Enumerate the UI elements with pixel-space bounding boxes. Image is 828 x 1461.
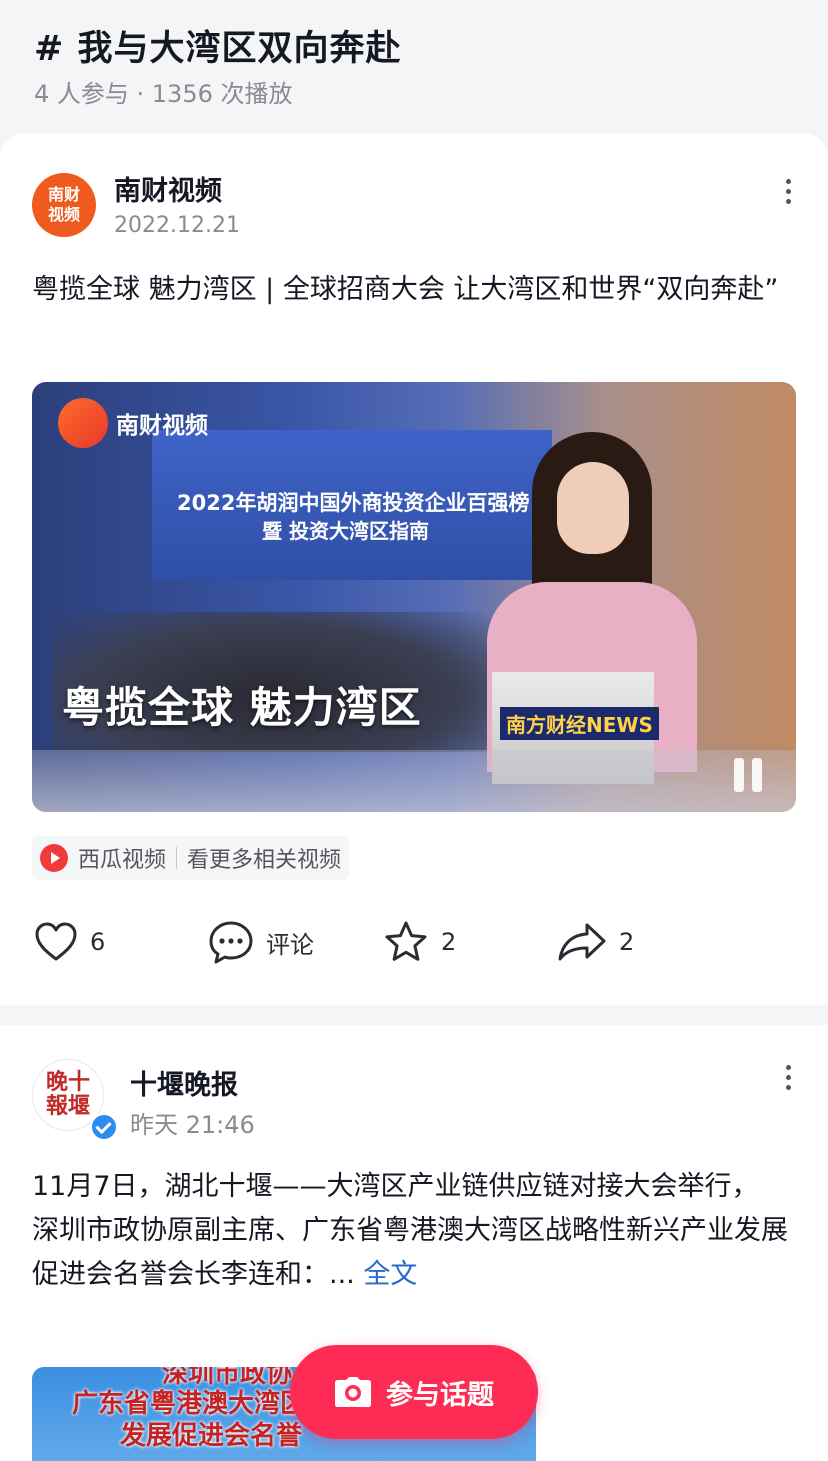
divider — [176, 847, 178, 869]
join-topic-label: 参与话题 — [386, 1379, 494, 1411]
video-brand: 南财视频 — [116, 413, 208, 439]
post-card: 南财视频 南财视频 2022.12.21 粤揽全球 魅力湾区 | 全球招商大会 … — [0, 133, 828, 1005]
comment-label: 评论 — [266, 930, 314, 959]
author-name[interactable]: 南财视频 — [114, 169, 222, 208]
source-app: 西瓜视频 — [78, 848, 167, 873]
comment-button[interactable]: 评论 — [208, 917, 314, 967]
avatar[interactable]: 南财视频 — [32, 173, 96, 237]
author-name[interactable]: 十堰晚报 — [130, 1063, 238, 1102]
brand-logo-icon — [58, 398, 108, 448]
read-more-link[interactable]: 全文 — [363, 1259, 417, 1290]
video-watermark: 南财视频 — [58, 398, 208, 448]
video-player[interactable]: 2022年胡润中国外商投资企业百强榜 暨 投资大湾区指南 南方财经NEWS 南财… — [32, 382, 796, 812]
like-count: 6 — [90, 928, 106, 956]
more-options-button[interactable] — [778, 1057, 798, 1097]
topic-stats: 4 人参与 · 1356 次播放 — [34, 80, 293, 108]
more-options-button[interactable] — [778, 171, 798, 211]
post-date: 2022.12.21 — [114, 213, 240, 238]
favorite-count: 2 — [441, 928, 457, 956]
video-controls — [32, 750, 796, 812]
more-icon — [785, 1064, 791, 1070]
news-badge: 南方财经NEWS — [500, 707, 659, 740]
share-button[interactable]: 2 — [557, 917, 634, 967]
favorite-button[interactable]: 2 — [383, 917, 456, 967]
video-caption: 粤揽全球 魅力湾区 — [62, 683, 422, 732]
source-tag[interactable]: 西瓜视频 看更多相关视频 — [32, 836, 350, 880]
join-topic-button[interactable]: 参与话题 — [290, 1345, 538, 1439]
post-date: 昨天 21:46 — [130, 1111, 255, 1139]
pause-icon — [734, 758, 744, 792]
source-link[interactable]: 看更多相关视频 — [187, 842, 341, 874]
post-text[interactable]: 11月7日，湖北十堰——大湾区产业链供应链对接大会举行， 深圳市政协原副主席、广… — [32, 1165, 796, 1297]
pause-button[interactable] — [734, 758, 764, 792]
verified-icon — [90, 1113, 118, 1141]
camera-icon — [335, 1377, 371, 1407]
heart-icon — [35, 922, 77, 961]
post-text[interactable]: 粤揽全球 魅力湾区 | 全球招商大会 让大湾区和世界“双向奔赴” — [32, 268, 796, 312]
stage-subtitle: 暨 投资大湾区指南 — [262, 519, 429, 543]
topic-header: # 我与大湾区双向奔赴 4 人参与 · 1356 次播放 — [0, 0, 828, 135]
more-icon — [785, 178, 791, 184]
avatar-text: 南财视频 — [47, 185, 80, 224]
comment-icon — [209, 921, 253, 964]
star-icon — [385, 921, 427, 961]
share-icon — [558, 923, 606, 961]
like-button[interactable]: 6 — [34, 917, 105, 967]
topic-title: # 我与大湾区双向奔赴 — [34, 29, 402, 69]
image-text-line: 发展促进会名誉 — [120, 1421, 303, 1451]
share-count: 2 — [619, 928, 635, 956]
stage-title: 2022年胡润中国外商投资企业百强榜 — [177, 491, 530, 515]
xigua-icon — [40, 844, 68, 872]
avatar-seal: 晚十 報堰 — [45, 1069, 90, 1119]
